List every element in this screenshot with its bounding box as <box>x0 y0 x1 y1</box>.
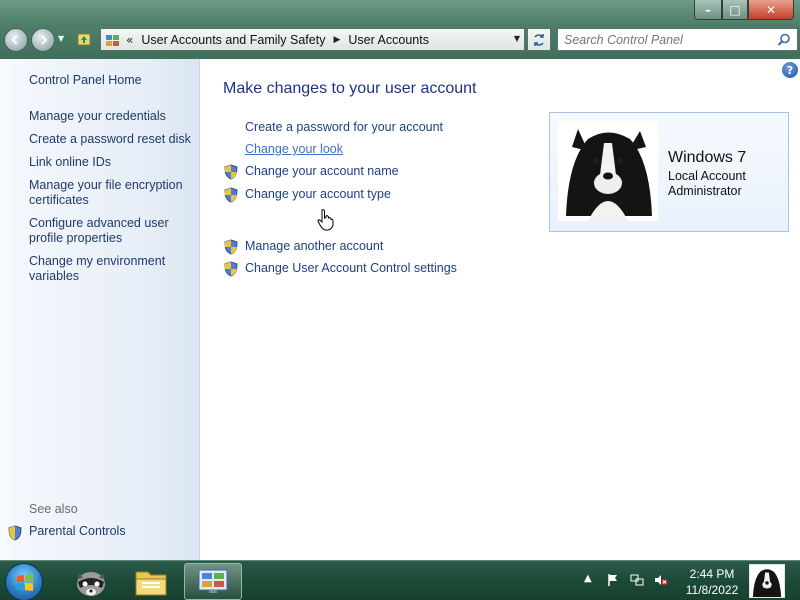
windows-logo-icon <box>17 574 33 591</box>
breadcrumb-user-accounts-family-safety[interactable]: User Accounts and Family Safety <box>141 33 325 47</box>
create-password-link[interactable]: Create a password for your account <box>245 120 443 134</box>
back-button[interactable] <box>4 28 28 52</box>
arrow-right-icon <box>41 35 48 45</box>
show-hidden-icons-button[interactable]: ▲ <box>584 573 592 584</box>
change-account-name-link[interactable]: Change your account name <box>245 164 399 178</box>
close-button[interactable]: ✕ <box>748 0 794 20</box>
uac-shield-icon <box>224 164 238 180</box>
search-box[interactable] <box>557 28 798 51</box>
clock-time: 2:44 PM <box>689 567 735 581</box>
clock-date: 11/8/2022 <box>685 583 739 597</box>
control-panel-icon <box>198 569 228 593</box>
maximize-button[interactable]: □ <box>722 0 748 20</box>
recent-pages-dropdown[interactable]: ▼ <box>58 34 64 43</box>
refresh-icon <box>534 33 544 46</box>
uac-shield-icon <box>224 187 238 203</box>
sidebar-item-environment-variables[interactable]: Change my environment variables <box>29 254 194 284</box>
file-explorer-icon[interactable] <box>128 564 174 600</box>
account-card: Windows 7 Local Account Administrator <box>549 112 789 232</box>
window-caption-buttons: – □ ✕ <box>694 0 794 20</box>
raccoon-app-icon[interactable] <box>68 564 114 600</box>
control-panel-taskbar-button[interactable] <box>184 563 242 600</box>
address-dropdown-button[interactable]: ▼ <box>514 34 520 43</box>
taskbar: ▲ 2:44 PM 11/8/2022 <box>0 560 800 600</box>
content-area: Control Panel Home Manage your credentia… <box>0 59 800 560</box>
breadcrumb-separator-icon[interactable]: ▶ <box>333 35 340 45</box>
help-icon[interactable]: ? <box>782 62 798 78</box>
account-type: Local Account <box>668 169 746 183</box>
control-panel-icon <box>106 34 119 46</box>
breadcrumb-overflow-button[interactable]: « <box>126 33 133 47</box>
sidebar-item-control-panel-home[interactable]: Control Panel Home <box>29 73 194 88</box>
taskbar-clock[interactable]: 2:44 PM 11/8/2022 <box>676 566 748 598</box>
change-look-link[interactable]: Change your look <box>245 142 343 156</box>
volume-muted-icon[interactable] <box>654 573 668 587</box>
manage-another-account-link[interactable]: Manage another account <box>245 239 383 253</box>
search-icon[interactable] <box>777 33 791 47</box>
start-button[interactable] <box>5 563 43 600</box>
sidebar-item-password-reset-disk[interactable]: Create a password reset disk <box>29 132 194 147</box>
uac-shield-icon <box>224 239 238 255</box>
sidebar-item-parental-controls[interactable]: Parental Controls <box>29 524 194 539</box>
address-bar[interactable]: « User Accounts and Family Safety ▶ User… <box>100 28 525 51</box>
refresh-button[interactable] <box>527 28 551 51</box>
user-avatar-icon[interactable] <box>749 564 785 598</box>
avatar <box>558 121 658 221</box>
hand-cursor-icon <box>317 209 334 231</box>
search-input[interactable] <box>564 29 774 50</box>
uac-settings-link[interactable]: Change User Account Control settings <box>245 261 457 275</box>
sidebar-item-link-online-ids[interactable]: Link online IDs <box>29 155 194 170</box>
up-folder-icon[interactable] <box>76 31 92 47</box>
breadcrumb-user-accounts[interactable]: User Accounts <box>348 33 429 47</box>
account-name: Windows 7 <box>668 149 747 166</box>
network-icon[interactable] <box>630 573 644 587</box>
see-also-heading: See also <box>29 502 78 516</box>
sidebar: Control Panel Home Manage your credentia… <box>0 59 200 560</box>
shield-icon <box>8 525 22 541</box>
sidebar-item-advanced-profile[interactable]: Configure advanced user profile properti… <box>29 216 194 246</box>
action-center-flag-icon[interactable] <box>606 573 620 587</box>
arrow-left-icon <box>11 35 18 45</box>
minimize-button[interactable]: – <box>694 0 722 20</box>
sidebar-item-manage-credentials[interactable]: Manage your credentials <box>29 109 194 124</box>
sidebar-item-file-encryption[interactable]: Manage your file encryption certificates <box>29 178 194 208</box>
change-account-type-link[interactable]: Change your account type <box>245 187 391 201</box>
uac-shield-icon <box>224 261 238 277</box>
page-title: Make changes to your user account <box>223 80 477 97</box>
account-role: Administrator <box>668 184 742 198</box>
forward-button[interactable] <box>31 28 55 52</box>
